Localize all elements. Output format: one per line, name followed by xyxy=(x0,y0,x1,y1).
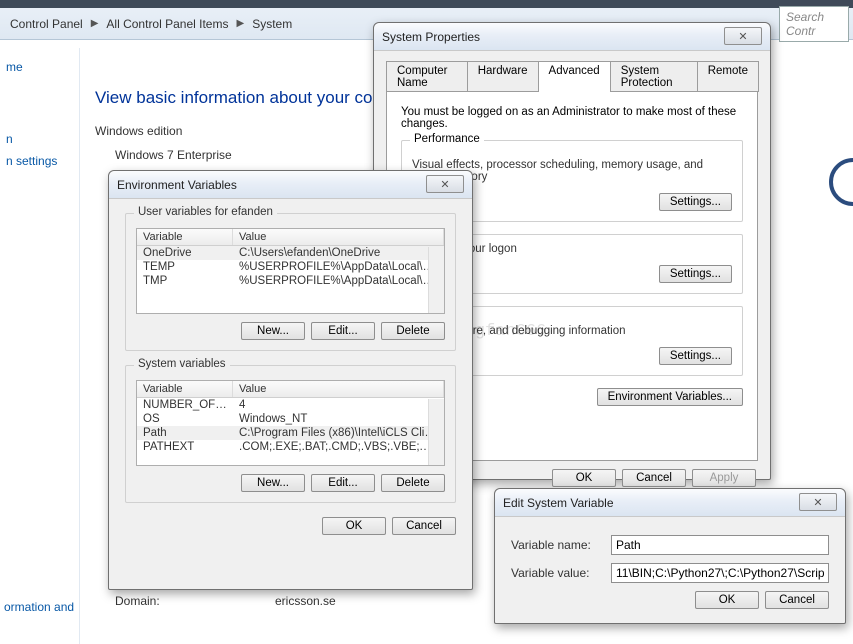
dialog-body: Variable name: Variable value: OK Cancel xyxy=(495,517,845,619)
cell-variable: Path xyxy=(137,427,233,439)
column-value[interactable]: Value xyxy=(233,229,444,245)
sys-new-button[interactable]: New... xyxy=(241,474,305,492)
user-new-button[interactable]: New... xyxy=(241,322,305,340)
tab-system-protection[interactable]: System Protection xyxy=(610,61,698,92)
cell-variable: OS xyxy=(137,413,233,425)
nav-link[interactable]: ormation and xyxy=(4,600,75,614)
dialog-title: System Properties xyxy=(382,30,480,44)
list-item[interactable]: NUMBER_OF_P...4 xyxy=(137,398,444,412)
list-item[interactable]: PATHEXT.COM;.EXE;.BAT;.CMD;.VBS;.VBE;.JS… xyxy=(137,440,444,454)
tab-advanced[interactable]: Advanced xyxy=(538,61,611,92)
column-variable[interactable]: Variable xyxy=(137,381,233,397)
tab-bar: Computer Name Hardware Advanced System P… xyxy=(386,61,758,92)
titlebar[interactable]: System Properties ✕ xyxy=(374,23,770,51)
dialog-title: Environment Variables xyxy=(117,178,237,192)
chevron-right-icon: ▶ xyxy=(236,18,244,29)
startup-recovery-settings-button[interactable]: Settings... xyxy=(659,347,732,365)
cell-value: .COM;.EXE;.BAT;.CMD;.VBS;.VBE;.JS;.... xyxy=(233,441,444,453)
system-variables-group: System variables Variable Value NUMBER_O… xyxy=(125,365,456,503)
column-value[interactable]: Value xyxy=(233,381,444,397)
user-variables-group: User variables for efanden Variable Valu… xyxy=(125,213,456,351)
variable-value-row: Variable value: xyxy=(511,563,829,583)
cell-value: Windows_NT xyxy=(233,413,444,425)
breadcrumb-item[interactable]: Control Panel xyxy=(4,15,89,33)
tab-remote[interactable]: Remote xyxy=(697,61,759,92)
column-variable[interactable]: Variable xyxy=(137,229,233,245)
ok-button[interactable]: OK xyxy=(552,469,616,487)
environment-variables-button[interactable]: Environment Variables... xyxy=(597,388,743,406)
dialog-title: Edit System Variable xyxy=(503,496,614,510)
cell-value: C:\Users\efanden\OneDrive xyxy=(233,247,444,259)
group-legend: User variables for efanden xyxy=(134,206,277,218)
list-item[interactable]: TEMP%USERPROFILE%\AppData\Local\Temp xyxy=(137,260,444,274)
cell-variable: TMP xyxy=(137,275,233,287)
scrollbar[interactable] xyxy=(428,399,444,465)
group-legend: System variables xyxy=(134,358,230,370)
cell-variable: TEMP xyxy=(137,261,233,273)
search-input[interactable]: Search Contr xyxy=(779,6,849,42)
cell-value: %USERPROFILE%\AppData\Local\Temp xyxy=(233,275,444,287)
close-icon[interactable]: ✕ xyxy=(426,175,464,193)
variable-name-input[interactable] xyxy=(611,535,829,555)
breadcrumb-item[interactable]: System xyxy=(246,15,298,33)
close-icon[interactable]: ✕ xyxy=(799,493,837,511)
label: Domain: xyxy=(115,594,275,608)
chevron-right-icon: ▶ xyxy=(91,18,99,29)
cell-variable: OneDrive xyxy=(137,247,233,259)
value: ericsson.se xyxy=(275,594,336,608)
sys-edit-button[interactable]: Edit... xyxy=(311,474,375,492)
system-variables-list[interactable]: Variable Value NUMBER_OF_P...4OSWindows_… xyxy=(136,380,445,466)
sys-delete-button[interactable]: Delete xyxy=(381,474,445,492)
variable-name-label: Variable name: xyxy=(511,538,611,552)
user-delete-button[interactable]: Delete xyxy=(381,322,445,340)
user-variables-list[interactable]: Variable Value OneDriveC:\Users\efanden\… xyxy=(136,228,445,314)
list-header[interactable]: Variable Value xyxy=(137,229,444,246)
list-header[interactable]: Variable Value xyxy=(137,381,444,398)
apply-button[interactable]: Apply xyxy=(692,469,756,487)
cell-variable: PATHEXT xyxy=(137,441,233,453)
cell-value: %USERPROFILE%\AppData\Local\Temp xyxy=(233,261,444,273)
cell-value: C:\Program Files (x86)\Intel\iCLS Client… xyxy=(233,427,444,439)
window-chrome xyxy=(0,0,853,8)
user-edit-button[interactable]: Edit... xyxy=(311,322,375,340)
cancel-button[interactable]: Cancel xyxy=(392,517,456,535)
tab-computer-name[interactable]: Computer Name xyxy=(386,61,468,92)
list-item[interactable]: OSWindows_NT xyxy=(137,412,444,426)
list-item[interactable]: PathC:\Program Files (x86)\Intel\iCLS Cl… xyxy=(137,426,444,440)
list-item[interactable]: TMP%USERPROFILE%\AppData\Local\Temp xyxy=(137,274,444,288)
ok-button[interactable]: OK xyxy=(695,591,759,609)
nav-home[interactable]: me xyxy=(4,56,75,78)
variable-name-row: Variable name: xyxy=(511,535,829,555)
nav-link[interactable]: n settings xyxy=(4,150,75,172)
edit-system-variable-dialog: Edit System Variable ✕ Variable name: Va… xyxy=(494,488,846,624)
breadcrumb-item[interactable]: All Control Panel Items xyxy=(100,15,234,33)
tab-hardware[interactable]: Hardware xyxy=(467,61,539,92)
titlebar[interactable]: Environment Variables ✕ xyxy=(109,171,472,199)
nav-link[interactable]: n xyxy=(4,128,75,150)
left-nav: me n n settings ormation and xyxy=(0,48,80,644)
close-icon[interactable]: ✕ xyxy=(724,27,762,45)
performance-settings-button[interactable]: Settings... xyxy=(659,193,732,211)
user-profiles-settings-button[interactable]: Settings... xyxy=(659,265,732,283)
scrollbar[interactable] xyxy=(428,247,444,313)
environment-variables-dialog: Environment Variables ✕ User variables f… xyxy=(108,170,473,590)
dialog-body: User variables for efanden Variable Valu… xyxy=(109,199,472,549)
cell-variable: NUMBER_OF_P... xyxy=(137,399,233,411)
admin-note: You must be logged on as an Administrato… xyxy=(401,106,743,130)
list-item[interactable]: OneDriveC:\Users\efanden\OneDrive xyxy=(137,246,444,260)
titlebar[interactable]: Edit System Variable ✕ xyxy=(495,489,845,517)
cancel-button[interactable]: Cancel xyxy=(765,591,829,609)
group-legend: Performance xyxy=(410,133,484,145)
cell-value: 4 xyxy=(233,399,444,411)
variable-value-label: Variable value: xyxy=(511,566,611,580)
cancel-button[interactable]: Cancel xyxy=(622,469,686,487)
ok-button[interactable]: OK xyxy=(322,517,386,535)
variable-value-input[interactable] xyxy=(611,563,829,583)
